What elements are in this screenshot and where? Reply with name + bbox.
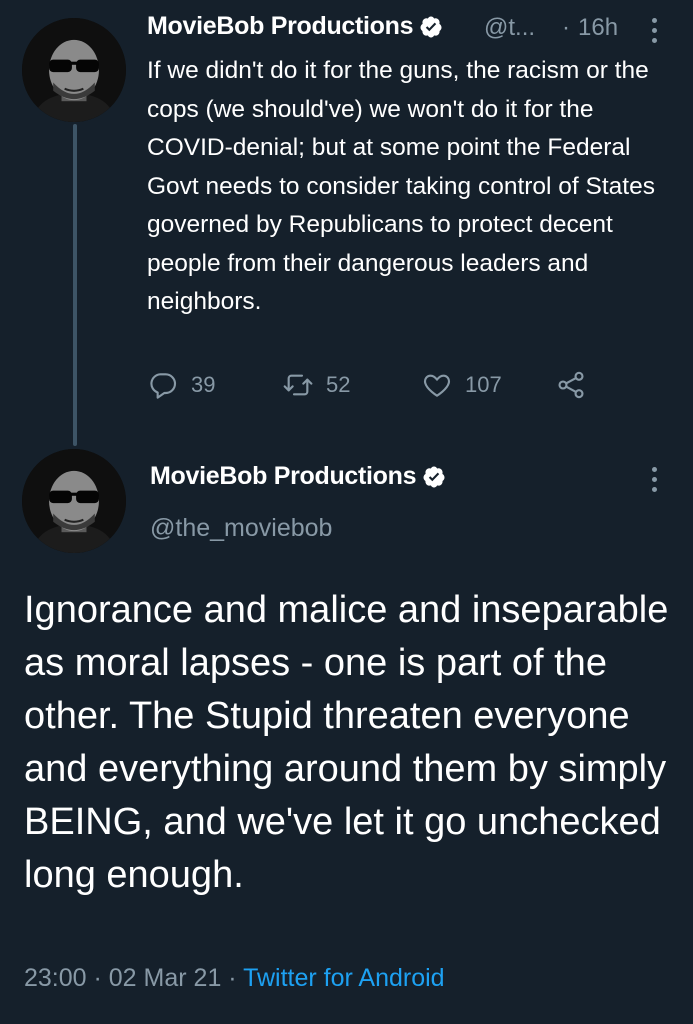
reply-author-handle[interactable]: @t... bbox=[484, 14, 535, 42]
verified-badge-icon bbox=[423, 466, 445, 488]
more-options-icon[interactable] bbox=[650, 467, 658, 497]
like-icon bbox=[423, 374, 451, 397]
reply-count: 39 bbox=[191, 372, 216, 397]
thread-connector-line bbox=[73, 124, 77, 446]
display-name: MovieBob Productions bbox=[147, 12, 414, 40]
reply-button[interactable]: 39 bbox=[147, 369, 215, 401]
tweet-time[interactable]: 23:00 bbox=[24, 964, 87, 992]
tweet-metadata: 23:00 · 02 Mar 21 · Twitter for Android bbox=[24, 964, 445, 993]
display-name: MovieBob Productions bbox=[150, 462, 417, 490]
retweet-icon bbox=[283, 374, 313, 396]
avatar[interactable] bbox=[22, 449, 126, 553]
tweet-source-link[interactable]: Twitter for Android bbox=[243, 964, 444, 992]
retweet-button[interactable]: 52 bbox=[282, 369, 350, 401]
tweet-date[interactable]: 02 Mar 21 bbox=[109, 964, 222, 992]
share-button[interactable] bbox=[555, 369, 587, 401]
retweet-count: 52 bbox=[326, 372, 351, 397]
separator-dot: · bbox=[221, 964, 244, 992]
main-tweet-text: Ignorance and malice and inseparable as … bbox=[24, 589, 669, 896]
separator-dot: · bbox=[562, 14, 570, 41]
separator-dot: · bbox=[86, 964, 109, 992]
like-button[interactable]: 107 bbox=[421, 369, 502, 401]
main-author-name[interactable]: MovieBob Productions bbox=[150, 462, 446, 491]
like-count: 107 bbox=[465, 372, 502, 397]
reply-tweet-text: If we didn't do it for the guns, the rac… bbox=[147, 57, 655, 315]
reply-icon bbox=[150, 373, 177, 399]
reply-author-name[interactable]: MovieBob Productions bbox=[147, 12, 443, 41]
reply-timestamp[interactable]: 16h bbox=[578, 14, 618, 42]
share-icon bbox=[558, 371, 584, 399]
verified-badge-icon bbox=[420, 16, 442, 38]
main-author-handle[interactable]: @the_moviebob bbox=[150, 514, 332, 543]
reply-action-bar: 39 52 107 bbox=[147, 369, 607, 409]
more-options-icon[interactable] bbox=[650, 18, 658, 48]
avatar[interactable] bbox=[22, 18, 126, 122]
